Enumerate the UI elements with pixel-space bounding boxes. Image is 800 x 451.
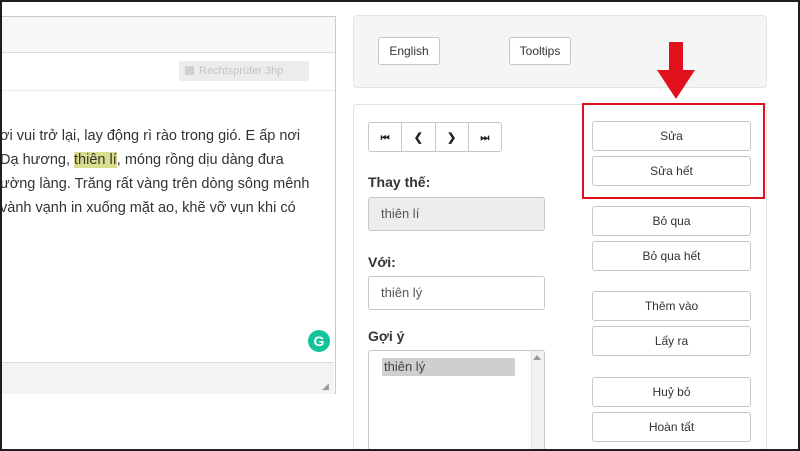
editor-content[interactable]: ơi vui trở lại, lay động rì rào trong gi…	[0, 124, 336, 220]
ghost-button-label: Rechtsprüfer 3hp	[199, 65, 284, 77]
cancel-button[interactable]: Huỷ bỏ	[592, 377, 751, 407]
text-segment: , móng rồng dịu dàng đưa	[116, 152, 284, 168]
text-line: vành vạnh in xuống mặt ao, khẽ vỡ vụn kh…	[0, 196, 336, 220]
skip-first-icon: ⏮	[380, 133, 390, 144]
text-segment: ơi vui trở lại, lay động rì rào trong gi…	[0, 128, 301, 144]
suggestions-label: Gợi ý	[368, 328, 405, 344]
text-segment: ường làng. Trăng rất vàng trên dòng sông…	[0, 176, 310, 192]
suggestions-list[interactable]: thiên lý	[368, 350, 545, 451]
grammarly-icon[interactable]: G	[308, 330, 330, 352]
editor-subbar: Rechtsprüfer 3hp	[0, 53, 335, 91]
replace-field: thiên lí	[368, 197, 545, 231]
with-label: Với:	[368, 254, 396, 270]
done-button[interactable]: Hoàn tất	[592, 412, 751, 442]
editor-statusbar: ◢	[0, 362, 334, 394]
ghost-icon	[185, 66, 194, 75]
editor-toolbar	[0, 17, 335, 53]
chevron-right-icon: ❯	[447, 132, 457, 144]
scroll-up-icon[interactable]	[533, 355, 541, 360]
add-to-dictionary-button[interactable]: Thêm vào	[592, 291, 751, 321]
navigation-button-group: ⏮ ❮ ❯ ⏭	[368, 122, 502, 152]
screen: Rechtsprüfer 3hp ơi vui trở lại, lay độn…	[0, 0, 800, 451]
suggestion-item[interactable]: thiên lý	[382, 358, 515, 376]
next-error-button[interactable]: ❯	[436, 123, 469, 151]
ignore-button[interactable]: Bỏ qua	[592, 206, 751, 236]
ghost-toolbar-button: Rechtsprüfer 3hp	[179, 61, 309, 81]
first-error-button[interactable]: ⏮	[369, 123, 403, 151]
highlight-annotation-box	[582, 103, 765, 199]
text-line: ường làng. Trăng rất vàng trên dòng sông…	[0, 172, 336, 196]
misspelled-word-highlight[interactable]: thiên lí	[74, 152, 117, 168]
previous-error-button[interactable]: ❮	[402, 123, 436, 151]
text-segment: Dạ hương,	[0, 152, 75, 168]
resize-grip-icon[interactable]: ◢	[322, 382, 330, 391]
text-segment: vành vạnh in xuống mặt ao, khẽ vỡ vụn kh…	[0, 200, 296, 216]
ignore-all-button[interactable]: Bỏ qua hết	[592, 241, 751, 271]
remove-button[interactable]: Lấy ra	[592, 326, 751, 356]
text-line: Dạ hương, thiên lí, móng rồng dịu dàng đ…	[0, 148, 336, 172]
replacement-input[interactable]: thiên lý	[368, 276, 545, 310]
chevron-left-icon: ❮	[413, 132, 423, 144]
suggestions-scrollbar[interactable]	[531, 351, 544, 450]
english-button[interactable]: English	[378, 37, 440, 65]
down-arrow-icon	[657, 42, 695, 99]
last-error-button[interactable]: ⏭	[469, 123, 501, 151]
options-panel: English Tooltips	[353, 15, 767, 88]
replace-label: Thay thế:	[368, 174, 431, 190]
text-line: ơi vui trở lại, lay động rì rào trong gi…	[0, 124, 336, 148]
skip-last-icon: ⏭	[480, 133, 490, 144]
tooltips-button[interactable]: Tooltips	[509, 37, 571, 65]
